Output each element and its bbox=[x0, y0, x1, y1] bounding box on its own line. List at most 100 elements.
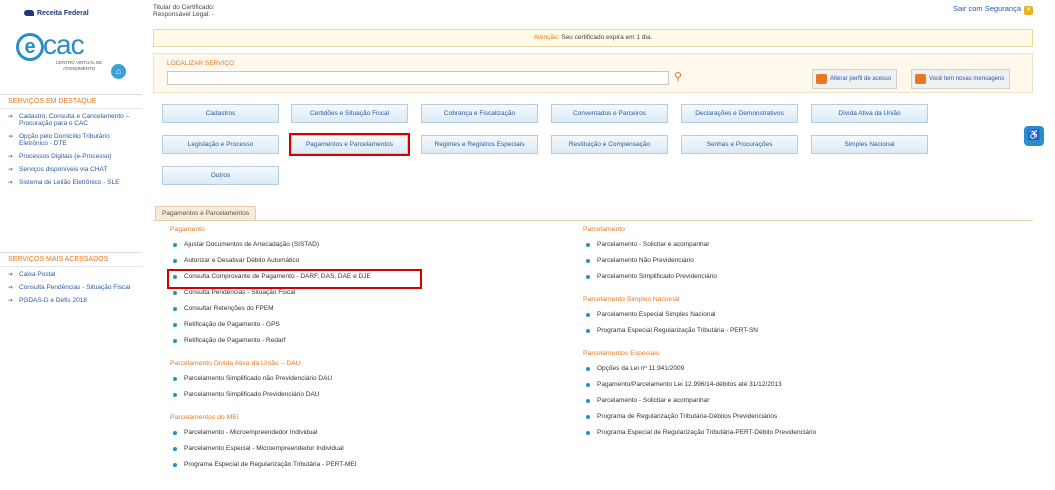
bullet-icon bbox=[173, 431, 177, 435]
service-link[interactable]: Autorizar e Desativar Débito Automático bbox=[170, 256, 570, 272]
bullet-icon bbox=[586, 431, 590, 435]
bullet-icon bbox=[586, 415, 590, 419]
bullet-icon bbox=[173, 275, 177, 279]
certificate-alert: Atenção: Seu certificado expira em 1 dia… bbox=[153, 29, 1033, 47]
service-link[interactable]: Parcelamento Especial - Microempreendedo… bbox=[170, 444, 570, 460]
service-link[interactable]: Programa Especial de Regularização Tribu… bbox=[170, 460, 570, 476]
ecac-subtitle: CENTRO VIRTUAL DE ATENDIMENTO bbox=[55, 60, 103, 71]
arrow-icon: ➔ bbox=[8, 114, 14, 120]
service-link[interactable]: Consultar Retenções do FPEM bbox=[170, 304, 570, 320]
ecac-logo-text: cac bbox=[43, 29, 85, 60]
service-link[interactable]: Retificação de Pagamento - Redarf bbox=[170, 336, 570, 352]
service-link[interactable]: Parcelamento - Solicitar e acompanhar bbox=[583, 396, 1023, 412]
right-column: Parcelamento Parcelamento - Solicitar e a… bbox=[583, 226, 1023, 452]
certificate-info: Titular do Certificado: Responsável Lega… bbox=[153, 4, 215, 18]
receita-federal-logo[interactable]: Receita Federal bbox=[24, 10, 89, 17]
alert-message: Seu certificado expira em 1 dia. bbox=[561, 34, 653, 41]
service-link[interactable]: Consulta Pendências - Situação Fiscal bbox=[170, 288, 570, 304]
cert-responsible: Responsável Legal: - bbox=[153, 11, 215, 18]
bullet-icon bbox=[586, 329, 590, 333]
menu-restituicao[interactable]: Restituição e Compensação bbox=[551, 135, 668, 154]
logout-link[interactable]: Sair com Segurança ✕ bbox=[953, 4, 1033, 15]
bullet-icon bbox=[586, 243, 590, 247]
featured-item[interactable]: ➔ Processos Digitais (e-Processo) bbox=[8, 153, 133, 160]
service-link[interactable]: Parcelamento - Microempreendedor Individ… bbox=[170, 428, 570, 444]
search-input[interactable] bbox=[167, 71, 669, 85]
most-accessed-item[interactable]: ➔ Consulta Pendências - Situação Fiscal bbox=[8, 284, 133, 291]
service-list: Opções da Lei nº 11.941/2009 Pagamento/Pa… bbox=[583, 364, 1023, 444]
bullet-icon bbox=[586, 275, 590, 279]
most-accessed-title: SERVIÇOS MAIS ACESSADOS bbox=[0, 253, 142, 267]
arrow-icon: ➔ bbox=[8, 298, 14, 304]
bullet-icon bbox=[173, 463, 177, 467]
menu-regimes[interactable]: Regimes e Registros Especiais bbox=[421, 135, 538, 154]
menu-divida-ativa[interactable]: Dívida Ativa da União bbox=[811, 104, 928, 123]
featured-item[interactable]: ➔ Serviços disponíveis via CHAT bbox=[8, 166, 133, 173]
service-link[interactable]: Ajustar Documentos de Arrecadação (SISTA… bbox=[170, 240, 570, 256]
menu-conventados[interactable]: Conventados e Parceiros bbox=[551, 104, 668, 123]
alert-warning: Atenção: bbox=[533, 34, 560, 41]
service-link[interactable]: Parcelamento Não Previdenciário bbox=[583, 256, 1023, 272]
group-title: Parcelamentos Especiais bbox=[583, 350, 660, 357]
cert-holder: Titular do Certificado: bbox=[153, 4, 215, 11]
bullet-icon bbox=[173, 339, 177, 343]
service-link[interactable]: Parcelamento Simplificado Previdenciário… bbox=[170, 390, 570, 406]
featured-item[interactable]: ➔ Cadastro, Consulta e Cancelamento – Pro… bbox=[8, 113, 133, 127]
ecac-e-icon: e bbox=[16, 33, 44, 61]
featured-item[interactable]: ➔ Opção pelo Domicílio Tributário Eletrôn… bbox=[8, 133, 133, 147]
mail-icon bbox=[915, 74, 926, 84]
most-accessed-item[interactable]: ➔ PGDAS-D e Defis 2018 bbox=[8, 297, 133, 304]
menu-declaracoes[interactable]: Declarações e Demonstrativos bbox=[681, 104, 798, 123]
service-list: Ajustar Documentos de Arrecadação (SISTA… bbox=[167, 240, 570, 352]
service-list: Parcelamento - Solicitar e acompanhar Par… bbox=[583, 240, 1023, 288]
menu-certidoes[interactable]: Certidões e Situação Fiscal bbox=[291, 104, 408, 123]
most-accessed-item[interactable]: ➔ Caixa Postal bbox=[8, 271, 133, 278]
close-icon[interactable]: ✕ bbox=[1024, 6, 1033, 15]
service-link[interactable]: Pagamento/Parcelamento Lei 12.996/14-déb… bbox=[583, 380, 1023, 396]
most-accessed-services: SERVIÇOS MAIS ACESSADOS ➔ Caixa Postal ➔ Co… bbox=[0, 252, 142, 310]
menu-cadastros[interactable]: Cadastros bbox=[162, 104, 279, 123]
menu-senhas[interactable]: Senhas e Procurações bbox=[681, 135, 798, 154]
menu-simples-nacional[interactable]: Simples Nacional bbox=[811, 135, 928, 154]
services-panel: Pagamento Ajustar Documentos de Arrecadaç… bbox=[153, 220, 1033, 490]
menu-legislacao[interactable]: Legislação e Processo bbox=[162, 135, 279, 154]
service-list: Parcelamento Especial Simples Nacional Pr… bbox=[583, 310, 1023, 342]
service-link[interactable]: Parcelamento Simplificado não Previdenci… bbox=[170, 374, 570, 390]
arrow-icon: ➔ bbox=[8, 180, 14, 186]
service-link[interactable]: Programa Especial Regularização Tributár… bbox=[583, 326, 1023, 342]
featured-services-title: SERVIÇOS EM DESTAQUE bbox=[0, 95, 142, 109]
search-icon[interactable]: ⚲ bbox=[674, 71, 687, 84]
arrow-icon: ➔ bbox=[8, 154, 14, 160]
menu-cobranca[interactable]: Cobrança e Fiscalização bbox=[421, 104, 538, 123]
group-title: Parcelamento bbox=[583, 226, 625, 233]
bullet-icon bbox=[173, 291, 177, 295]
service-link[interactable]: Programa Especial de Regularização Tribu… bbox=[583, 428, 1023, 444]
bullet-icon bbox=[173, 243, 177, 247]
menu-pagamentos[interactable]: Pagamentos e Parcelamentos bbox=[289, 133, 410, 156]
bullet-icon bbox=[173, 377, 177, 381]
service-link[interactable]: Parcelamento - Solicitar e acompanhar bbox=[583, 240, 1023, 256]
service-link[interactable]: Consulta Comprovante de Pagamento - DARF… bbox=[167, 269, 422, 289]
change-profile-button[interactable]: Alterar perfil de acesso bbox=[812, 69, 898, 89]
home-icon[interactable]: ⌂ bbox=[111, 64, 126, 79]
service-link[interactable]: Parcelamento Simplificado Previdenciário bbox=[583, 272, 1023, 288]
panel-tab[interactable]: Pagamentos e Parcelamentos bbox=[155, 206, 257, 220]
service-link[interactable]: Parcelamento Especial Simples Nacional bbox=[583, 310, 1023, 326]
group-title: Pagamento bbox=[170, 226, 205, 233]
service-list: Parcelamento Simplificado não Previdenci… bbox=[170, 374, 570, 406]
featured-item[interactable]: ➔ Sistema de Leilão Eletrônico - SLE bbox=[8, 179, 133, 186]
bullet-icon bbox=[586, 383, 590, 387]
service-link[interactable]: Opções da Lei nº 11.941/2009 bbox=[583, 364, 1023, 380]
arrow-icon: ➔ bbox=[8, 167, 14, 173]
service-link[interactable]: Retificação de Pagamento - GPS bbox=[170, 320, 570, 336]
service-search: LOCALIZAR SERVIÇO ⚲ Alterar perfil de ac… bbox=[153, 53, 1033, 93]
arrow-icon: ➔ bbox=[8, 134, 14, 140]
service-link[interactable]: Programa de Regularização Tributária-Déb… bbox=[583, 412, 1023, 428]
group-title: Parcelamento Simples Nacional bbox=[583, 296, 680, 303]
group-title: Parcelamento Dívida Ativa da União – DAU bbox=[170, 360, 301, 367]
messages-button[interactable]: Você tem novas mensagens bbox=[911, 69, 1011, 89]
left-column: Pagamento Ajustar Documentos de Arrecadaç… bbox=[167, 226, 570, 484]
accessibility-icon[interactable]: ♿ bbox=[1024, 126, 1044, 146]
bullet-icon bbox=[173, 307, 177, 311]
menu-outros[interactable]: Outros bbox=[162, 166, 279, 185]
